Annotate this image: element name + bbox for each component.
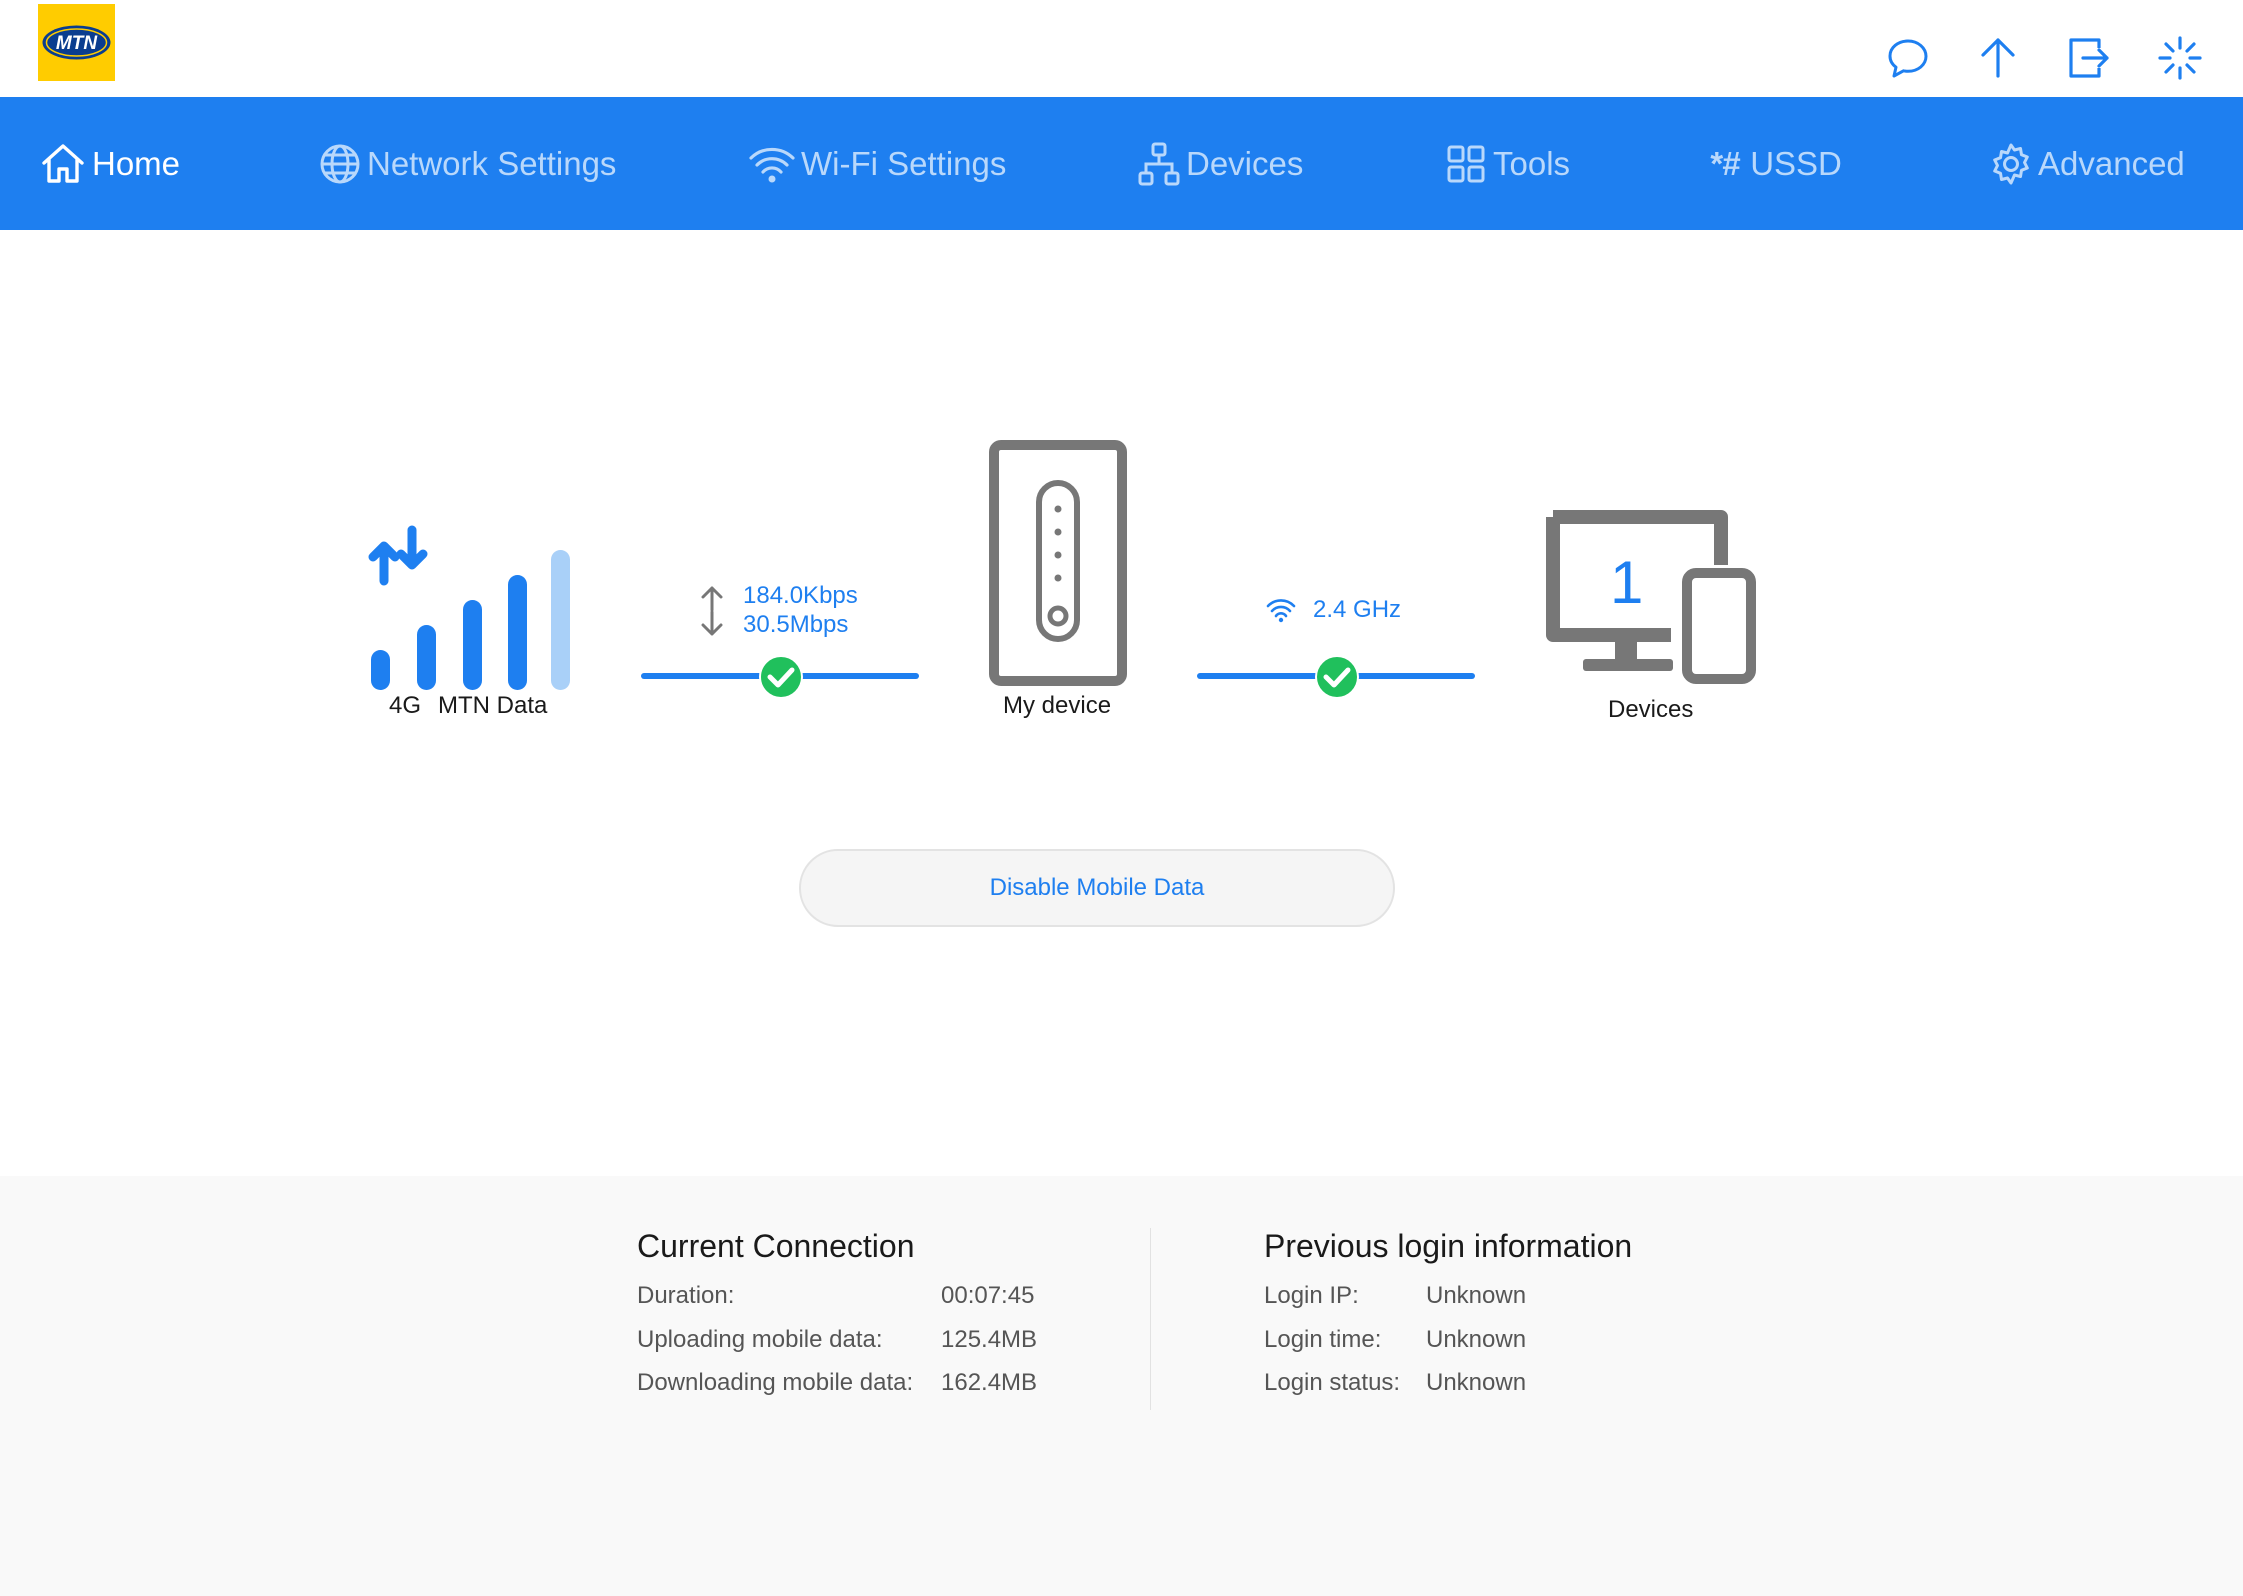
main-navigation: Home Network Settings Wi-Fi Settings Dev… [0,97,2243,230]
disable-mobile-data-button[interactable]: Disable Mobile Data [799,849,1395,927]
uploading-data-value: 125.4MB [941,1326,1038,1353]
nav-advanced-label: Advanced [2038,144,2185,182]
devices-icon[interactable] [1545,509,1757,685]
duration-value: 00:07:45 [941,1282,1035,1309]
ussd-icon: *# [1709,144,1741,182]
wifi-connected-check-icon [1315,655,1359,699]
nav-tools[interactable]: Tools [1443,97,1570,230]
login-time-key: Login time: [1264,1326,1382,1353]
up-down-arrows-icon [701,586,723,636]
operator-label: MTN Data [438,692,548,719]
nav-home-label: Home [92,144,181,182]
uploading-data-key: Uploading mobile data: [637,1326,883,1353]
grid-icon [1447,145,1485,182]
mtn-logo-icon: MTN [42,25,111,60]
login-ip-key: Login IP: [1264,1282,1359,1309]
network-topology-icon [1138,142,1180,185]
router-label: My device [1003,692,1112,719]
download-rate: 30.5Mbps [743,611,849,638]
nav-advanced[interactable]: Advanced [1988,97,2185,230]
nav-tools-label: Tools [1493,144,1571,182]
downloading-data-value: 162.4MB [941,1369,1038,1396]
nav-network-settings[interactable]: Network Settings [317,97,616,230]
home-icon [42,143,84,183]
router-icon[interactable] [989,440,1127,686]
home-status-panel: 4G MTN Data 184.0Kbps 30.5Mbps My device… [0,230,2243,1176]
login-status-value: Unknown [1426,1369,1527,1396]
connection-info-panel: Current Connection Duration: 00:07:45 Up… [0,1176,2243,1596]
downloading-data-key: Downloading mobile data: [637,1369,914,1396]
internet-connected-check-icon [759,655,803,699]
wifi-icon [749,147,795,182]
nav-wifi-settings[interactable]: Wi-Fi Settings [747,97,1006,230]
loading-spinner-icon[interactable] [2154,32,2206,84]
network-type-label: 4G [389,692,422,719]
mtn-logo[interactable]: MTN [38,4,115,81]
message-icon[interactable] [1882,32,1934,84]
globe-icon [320,144,360,183]
current-connection-title: Current Connection [637,1228,915,1264]
wifi-band-icon [1266,599,1296,623]
login-status-key: Login status: [1264,1369,1401,1396]
nav-network-settings-label: Network Settings [367,144,617,182]
upload-rate: 184.0Kbps [743,582,858,609]
nav-ussd-label: USSD [1750,144,1842,182]
nav-ussd[interactable]: *# USSD [1709,97,1842,230]
wifi-band-label: 2.4 GHz [1313,596,1402,623]
top-bar: MTN [0,0,2243,97]
nav-wifi-settings-label: Wi-Fi Settings [801,144,1007,182]
upload-arrow-icon[interactable] [1972,32,2024,84]
gear-icon [1993,143,2029,184]
nav-home[interactable]: Home [38,97,180,230]
nav-devices-label: Devices [1186,144,1304,182]
login-ip-value: Unknown [1426,1282,1527,1309]
previous-login-title: Previous login information [1264,1228,1633,1264]
nav-devices[interactable]: Devices [1136,97,1303,230]
duration-key: Duration: [637,1282,735,1309]
devices-label: Devices [1608,696,1694,723]
signal-strength-icon [368,525,570,690]
svg-text:MTN: MTN [56,33,98,54]
footer-divider [1150,1228,1151,1410]
login-time-value: Unknown [1426,1326,1527,1353]
device-count: 1 [1610,549,1644,616]
logout-icon[interactable] [2063,32,2115,84]
